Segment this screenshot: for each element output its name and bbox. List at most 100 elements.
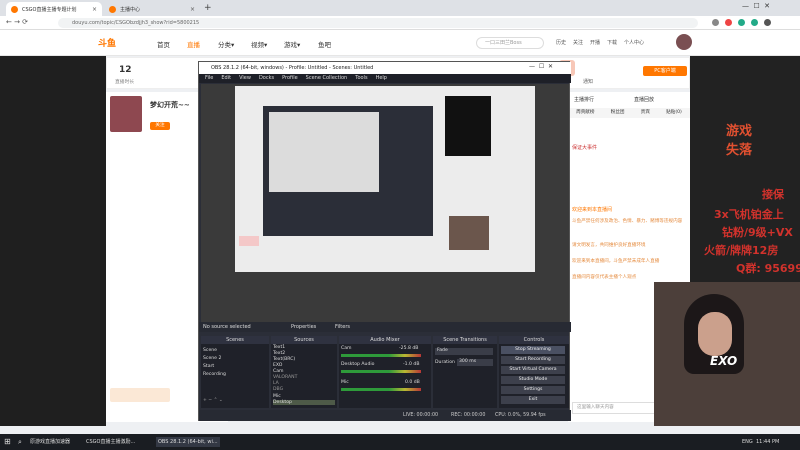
filters-button[interactable]: Filters: [335, 322, 350, 332]
dock-title: Sources: [271, 336, 337, 344]
follow-link[interactable]: 关注: [573, 39, 583, 46]
source-toolbar: No source selected Properties Filters: [199, 322, 571, 332]
properties-button[interactable]: Properties: [291, 322, 316, 332]
chat-tab[interactable]: 直播回放: [634, 96, 654, 103]
menu-tools[interactable]: Tools: [355, 74, 367, 83]
new-tab-button[interactable]: +: [204, 3, 212, 13]
nav-item[interactable]: 鱼吧: [318, 39, 331, 49]
source-item[interactable]: LA: [273, 381, 279, 386]
dock-title: Scene Transitions: [433, 336, 497, 344]
subtab[interactable]: 粉丝团: [611, 108, 625, 118]
window-controls[interactable]: — ☐ ✕: [742, 2, 770, 10]
obs-window-controls[interactable]: — ☐ ✕: [529, 63, 553, 70]
live-timer: LIVE: 00:00:00: [403, 413, 439, 418]
exit-button[interactable]: Exit: [501, 396, 565, 404]
promo-overlay: 游戏 失落 接保 3x飞机铂金上 钻粉/9级+VX 火箭/牌牌12房 Q群: 9…: [700, 120, 800, 276]
nested-canvas: [269, 112, 379, 192]
mixer-channel-name: Desktop Audio: [341, 362, 375, 367]
input-language[interactable]: ENG: [742, 437, 753, 447]
menu-edit[interactable]: Edit: [221, 74, 231, 83]
scene-item[interactable]: Scene 2: [203, 356, 221, 361]
studio-mode-button[interactable]: Studio Mode: [501, 376, 565, 384]
duration-input[interactable]: 300 ms: [457, 359, 493, 366]
source-item[interactable]: Text(BRC): [273, 357, 295, 362]
preview-dark-block: [445, 96, 491, 156]
pc-client-button[interactable]: PC客户端: [643, 66, 687, 76]
chat-message: 欢迎来到本直播间，斗鱼严禁未成年人直播: [572, 259, 660, 264]
chat-tab[interactable]: 主播排行: [574, 96, 594, 103]
taskbar: ⊞ ⌕ 原游戏直播加速器 CSGO直播主播激励... OBS 28.1.2 (6…: [0, 434, 800, 450]
nav-item[interactable]: 视频▾: [251, 39, 267, 49]
menu-docks[interactable]: Docks: [259, 74, 274, 83]
source-item[interactable]: Text1: [273, 345, 285, 350]
menu-file[interactable]: File: [205, 74, 213, 83]
subtab[interactable]: 贵宾: [641, 108, 650, 118]
site-search-input[interactable]: 一口三田兰Boss: [476, 37, 544, 49]
streamer-avatar[interactable]: [110, 96, 142, 132]
download-link[interactable]: 下载: [607, 39, 617, 46]
nav-arrows-icon[interactable]: ← → ⟳: [6, 18, 28, 26]
search-icon[interactable]: ⌕: [18, 437, 28, 447]
promo-line: 失落: [726, 143, 753, 158]
menu-help[interactable]: Help: [376, 74, 387, 83]
scene-item[interactable]: Scene: [203, 348, 217, 353]
stop-streaming-button[interactable]: Stop Streaming: [501, 346, 565, 354]
source-item[interactable]: Text2: [273, 351, 285, 356]
browser-address-bar: ← → ⟳ douyu.com/topic/CSGObzdjjh3_show?r…: [0, 16, 800, 30]
dock-title: Scenes: [201, 336, 269, 344]
tab-label: CSGO直播主播专题计划: [22, 6, 77, 13]
nav-item-active[interactable]: 直播: [187, 39, 200, 49]
scene-item[interactable]: Start: [203, 364, 214, 369]
avatar[interactable]: [676, 34, 692, 50]
scene-transitions-dock: Scene Transitions Fade Duration 300 ms: [433, 336, 497, 408]
close-tab-icon[interactable]: ×: [190, 6, 195, 13]
preview-gift: [239, 236, 259, 246]
site-logo[interactable]: 斗鱼: [98, 36, 116, 49]
room-count: 12: [119, 65, 132, 75]
taskbar-app[interactable]: CSGO直播主播激励...: [86, 437, 135, 447]
source-item[interactable]: Mic: [273, 394, 281, 399]
menu-profile[interactable]: Profile: [282, 74, 298, 83]
taskbar-app-active[interactable]: OBS 28.1.2 (64-bit, wi...: [156, 437, 220, 447]
subtab[interactable]: 贴贴(0): [666, 108, 682, 118]
virtual-camera-button[interactable]: Start Virtual Camera: [501, 366, 565, 374]
scene-toolbar[interactable]: + − ⌃ ⌄: [203, 398, 223, 403]
user-center-link[interactable]: 个人中心: [624, 39, 644, 46]
start-recording-button[interactable]: Start Recording: [501, 356, 565, 364]
follow-button[interactable]: 关注: [150, 122, 170, 130]
menu-scene-collection[interactable]: Scene Collection: [306, 74, 348, 83]
mixer-channel-name: Cam: [341, 346, 352, 351]
menu-view[interactable]: View: [239, 74, 251, 83]
source-item[interactable]: Desktop: [273, 400, 335, 405]
sources-dock-lower: Mic Desktop: [271, 394, 337, 408]
windows-start-icon[interactable]: ⊞: [4, 437, 14, 447]
transition-select[interactable]: Fade: [435, 348, 493, 355]
source-item[interactable]: VALORANT: [273, 375, 297, 380]
subtab[interactable]: 周贡献榜: [576, 108, 594, 118]
gift-bar[interactable]: [110, 388, 170, 402]
settings-button[interactable]: Settings: [501, 386, 565, 394]
source-item[interactable]: Cam: [273, 369, 284, 374]
close-tab-icon[interactable]: ×: [92, 6, 97, 13]
nav-item[interactable]: 分类▾: [218, 39, 234, 49]
rec-timer: REC: 00:00:00: [451, 413, 486, 418]
obs-status-bar: LIVE: 00:00:00 REC: 00:00:00 CPU: 0.0%, …: [199, 410, 571, 421]
browser-tab-active[interactable]: CSGO直播主播专题计划 ×: [6, 2, 102, 16]
url-field[interactable]: douyu.com/topic/CSGObzdjjh3_show?rid=580…: [58, 18, 698, 28]
browser-tab[interactable]: 主播中心 ×: [104, 2, 200, 16]
clock[interactable]: 11:44 PM: [756, 437, 779, 447]
nav-item[interactable]: 首页: [157, 39, 170, 49]
preview-webcam: [449, 216, 489, 250]
taskbar-app[interactable]: 原游戏直播加速器: [30, 437, 70, 447]
page-left-background: [0, 56, 106, 426]
nav-item[interactable]: 游戏▾: [284, 39, 300, 49]
extension-icons[interactable]: [712, 19, 782, 27]
history-link[interactable]: 历史: [556, 39, 566, 46]
chat-input[interactable]: 这里输入聊天内容: [572, 402, 658, 414]
source-item[interactable]: EXO: [273, 363, 282, 368]
obs-preview[interactable]: [201, 84, 569, 322]
scene-item[interactable]: Recording: [203, 372, 226, 377]
stream-link[interactable]: 开播: [590, 39, 600, 46]
source-item[interactable]: DBG: [273, 387, 283, 392]
webcam-feed: EXO: [654, 282, 800, 426]
